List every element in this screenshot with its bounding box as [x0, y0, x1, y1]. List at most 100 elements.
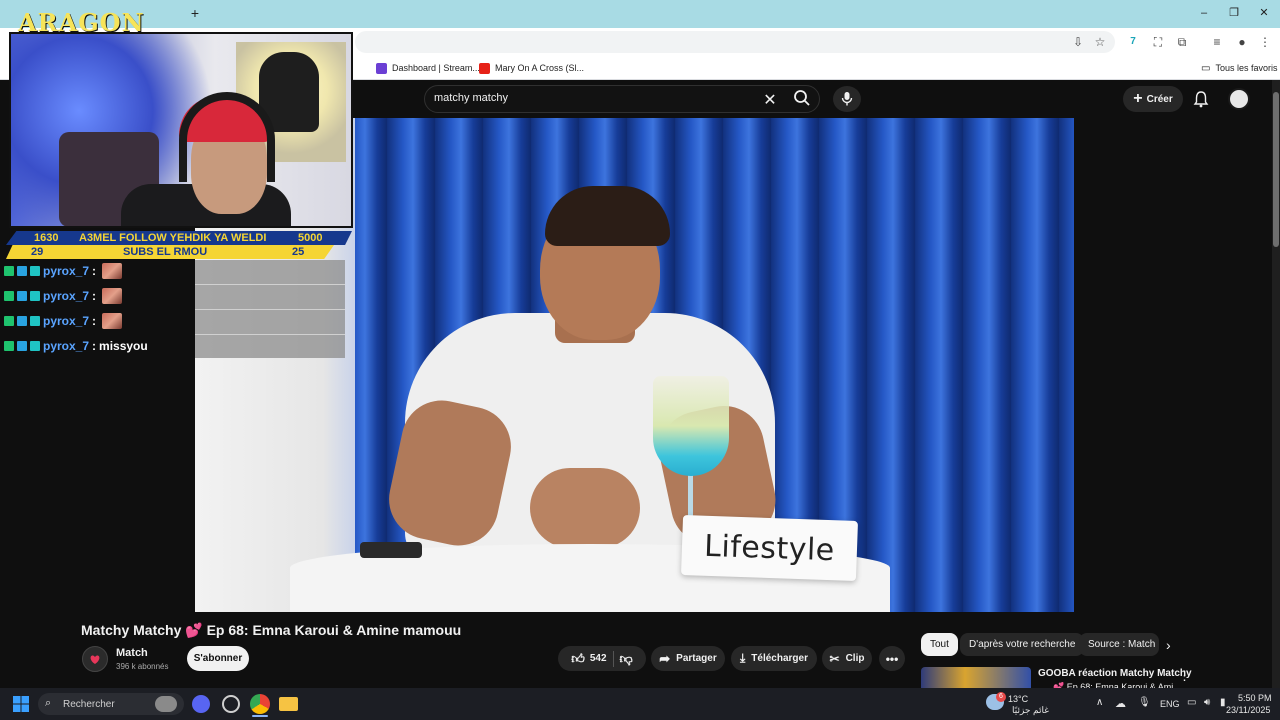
clock-time[interactable]: 5:50 PM	[1238, 693, 1272, 703]
notifications-bell-icon[interactable]	[1191, 90, 1211, 110]
aragon-logo: ARAGON	[18, 8, 145, 37]
chat-message: pyrox_7 :	[4, 286, 123, 306]
notification-badge: 6	[996, 692, 1006, 702]
voice-search-icon[interactable]	[833, 86, 861, 112]
bookmark-label: Dashboard | Stream...	[392, 63, 480, 73]
chat-username: pyrox_7	[43, 339, 90, 353]
new-tab-button[interactable]: +	[188, 6, 202, 20]
chat-username: pyrox_7	[43, 289, 90, 303]
headset	[179, 92, 275, 182]
create-button[interactable]: + Créer	[1123, 86, 1183, 112]
follow-goal-current: 1630	[34, 232, 59, 244]
chip-all[interactable]: Tout	[921, 633, 958, 656]
chat-colon: :	[92, 289, 97, 303]
network-icon[interactable]: ▭	[1187, 697, 1196, 708]
chat-separator	[195, 334, 345, 335]
kick-badge-icon	[4, 266, 14, 276]
dislike-button[interactable]: 👎︎	[620, 651, 633, 667]
chat-overlay-panel	[195, 260, 345, 358]
install-app-icon[interactable]: ⇩	[1071, 35, 1085, 49]
cocktail-glass	[653, 376, 729, 476]
moderator-badge-icon	[17, 341, 27, 351]
subscribe-button[interactable]: S'abonner	[187, 646, 249, 671]
bookmark-star-icon[interactable]: ☆	[1093, 35, 1107, 49]
volume-icon[interactable]: 🔊︎	[1204, 697, 1210, 708]
streamer-webcam	[9, 32, 353, 228]
bookmark-dashboard[interactable]: Dashboard | Stream...	[376, 60, 480, 76]
scissors-icon: ✂	[829, 651, 840, 666]
divider	[612, 650, 614, 667]
search-query-text: matchy matchy	[434, 92, 508, 104]
all-favorites-folder[interactable]: ▭ Tous les favoris	[1201, 60, 1277, 76]
follow-goal-target: 5000	[298, 232, 323, 244]
chat-colon: :	[92, 339, 97, 353]
close-window-icon[interactable]: ✕	[1256, 6, 1272, 20]
search-icon[interactable]	[792, 89, 812, 109]
minimize-icon[interactable]: –	[1196, 6, 1212, 20]
profile-icon[interactable]: ●	[1235, 35, 1249, 49]
file-explorer-icon[interactable]	[279, 697, 298, 711]
clock-date[interactable]: 23/11/2025	[1226, 705, 1270, 715]
discord-icon[interactable]	[192, 695, 210, 713]
more-actions-button[interactable]: •••	[879, 646, 905, 671]
bookmark-mary-on-a-cross[interactable]: Mary On A Cross (Sl...	[479, 60, 584, 76]
all-favorites-label: Tous les favoris	[1215, 63, 1278, 73]
download-button[interactable]: ⤓ Télécharger	[731, 646, 817, 671]
subscriber-badge-icon	[30, 341, 40, 351]
channel-name[interactable]: Match	[116, 647, 148, 659]
chip-source-match[interactable]: Source : Match	[1079, 633, 1159, 656]
emote-icon	[102, 288, 123, 304]
restore-icon[interactable]: ❐	[1226, 6, 1242, 20]
chrome-active-indicator	[252, 715, 268, 717]
clear-search-icon[interactable]: ✕	[762, 90, 778, 109]
app-icon[interactable]	[222, 695, 240, 713]
subscriber-badge-icon	[30, 266, 40, 276]
download-label: Télécharger	[751, 653, 808, 664]
share-button[interactable]: ➦ Partager	[651, 646, 725, 671]
subs-goal-text: SUBS EL RMOU	[123, 246, 208, 258]
show-hidden-icons[interactable]: ∧	[1096, 697, 1103, 708]
glass-stem	[688, 473, 693, 518]
plus-icon: +	[1133, 90, 1143, 107]
chat-message: pyrox_7 :	[4, 261, 123, 281]
extension-icon[interactable]: 7	[1126, 35, 1140, 49]
clip-button[interactable]: ✂ Clip	[822, 646, 872, 671]
recommended-video-thumbnail[interactable]	[921, 667, 1031, 688]
onedrive-cloud-icon[interactable]: ☁	[1115, 697, 1126, 710]
search-highlight-icon	[155, 696, 177, 712]
screenshot-extension-icon[interactable]: ⛶	[1151, 35, 1165, 49]
kick-badge-icon	[4, 316, 14, 326]
media-controls-icon[interactable]: ≡	[1210, 35, 1224, 49]
recommended-video-title[interactable]: GOOBA réaction Matchy Matchy	[1038, 668, 1192, 679]
chip-based-on-search[interactable]: D'après votre recherche	[960, 633, 1085, 656]
share-label: Partager	[676, 653, 717, 664]
moderator-badge-icon	[17, 266, 27, 276]
input-language[interactable]: ENG	[1160, 699, 1180, 709]
subscriber-badge-icon	[30, 316, 40, 326]
download-icon: ⤓	[739, 651, 746, 665]
scrollbar-thumb[interactable]	[1273, 92, 1279, 247]
taskbar-search-icon: ⌕	[45, 697, 52, 709]
right-sidebar-area	[1074, 118, 1272, 612]
browser-menu-icon[interactable]: ⋮	[1258, 35, 1272, 49]
channel-avatar[interactable]	[82, 646, 108, 672]
windows-start-icon[interactable]	[13, 696, 29, 712]
chrome-icon[interactable]	[250, 694, 270, 714]
microphone-icon[interactable]: 🎙︎	[1138, 697, 1151, 708]
like-button[interactable]: 👍︎ 542	[571, 651, 606, 667]
chat-message: pyrox_7 : missyou	[4, 336, 148, 356]
chat-colon: :	[92, 314, 97, 328]
moderator-badge-icon	[17, 291, 27, 301]
sign-text: Lifestyle	[703, 528, 836, 568]
kick-badge-icon	[4, 291, 14, 301]
chevron-right-icon[interactable]: ›	[1166, 637, 1171, 653]
extensions-puzzle-icon[interactable]: ⧉	[1175, 35, 1189, 49]
chat-message-text: missyou	[99, 339, 148, 353]
video-title: Matchy Matchy 💕 Ep 68: Emna Karoui & Ami…	[81, 622, 462, 638]
subs-goal-bar: 29 SUBS EL RMOU 25	[6, 245, 334, 259]
thumbs-down-icon: 👎︎	[619, 650, 633, 666]
battery-icon[interactable]: ▮	[1220, 697, 1226, 708]
account-avatar[interactable]	[1228, 88, 1250, 110]
address-bar[interactable]	[355, 31, 1115, 53]
kick-badge-icon	[4, 341, 14, 351]
